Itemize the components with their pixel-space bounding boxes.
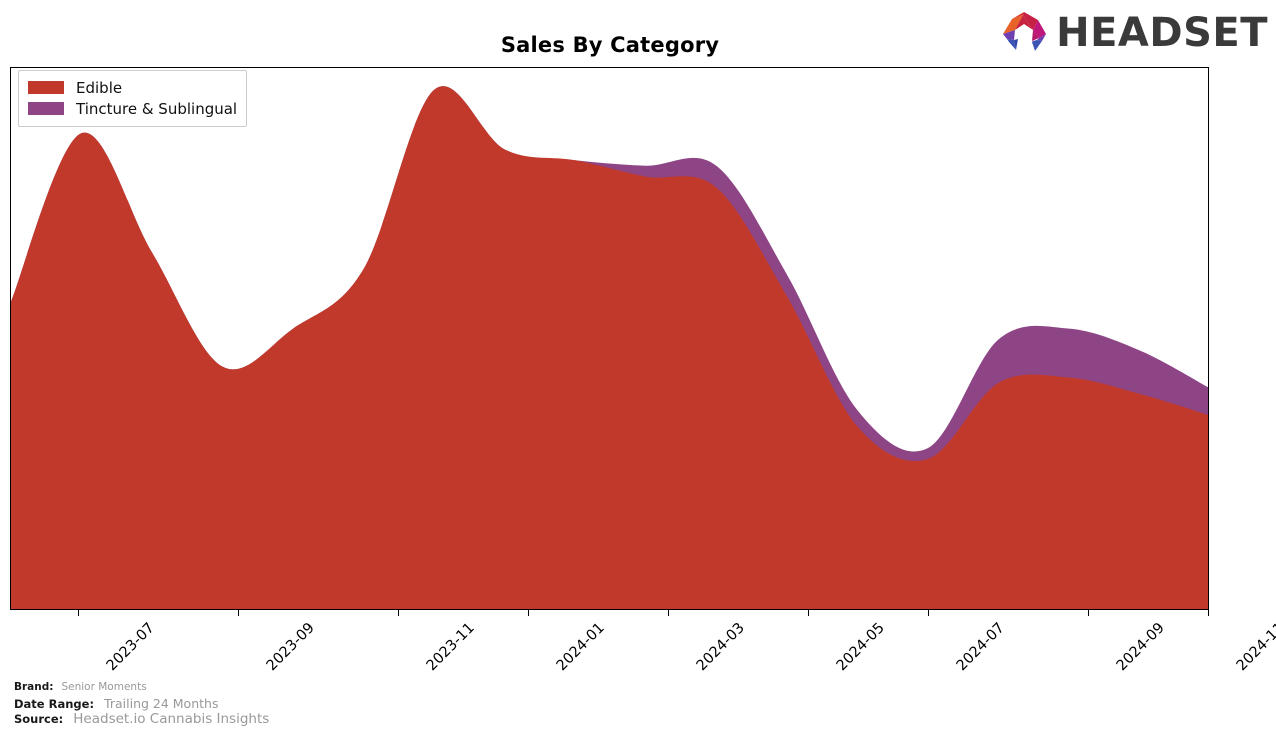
x-axis: 2023-07 2023-09 2023-11 2024-01 2024-03 2024-… <box>10 610 1276 680</box>
x-tick-mark <box>668 610 669 616</box>
x-tick-mark <box>528 610 529 616</box>
legend-label-edible: Edible <box>76 78 123 97</box>
x-tick-label: 2023-07 <box>103 620 158 675</box>
x-tick-label: 2024-01 <box>553 620 608 675</box>
x-tick-mark <box>928 610 929 616</box>
metadata-date-range-row: Date Range: Trailing 24 Months <box>14 696 514 711</box>
metadata-source-value: Headset.io Cannabis Insights <box>73 711 270 727</box>
headset-arch-logo-icon <box>998 8 1050 58</box>
x-tick-label: 2024-07 <box>953 620 1008 675</box>
legend-item-tincture-sublingual[interactable]: Tincture & Sublingual <box>28 98 237 119</box>
legend-label-tincture-sublingual: Tincture & Sublingual <box>76 99 238 118</box>
chart-plot-area <box>10 67 1209 610</box>
chart-legend[interactable]: Edible Tincture & Sublingual <box>18 70 248 127</box>
metadata-source-row: Source: Headset.io Cannabis Insights <box>14 711 514 727</box>
metadata-brand-value: Senior Moments <box>61 681 147 693</box>
stacked-area-chart <box>11 86 1208 609</box>
metadata-source-label: Source: <box>14 712 64 726</box>
x-tick-mark <box>1088 610 1089 616</box>
x-tick-label: 2023-11 <box>423 620 478 675</box>
x-tick-mark <box>398 610 399 616</box>
x-tick-mark <box>808 610 809 616</box>
legend-item-edible[interactable]: Edible <box>28 77 237 98</box>
x-tick-mark <box>238 610 239 616</box>
x-tick-label: 2023-09 <box>263 620 318 675</box>
x-tick-label: 2024-09 <box>1113 620 1168 675</box>
metadata-date-range-value: Trailing 24 Months <box>104 696 219 711</box>
x-tick-mark <box>78 610 79 616</box>
metadata-date-range-label: Date Range: <box>14 697 95 711</box>
metadata-brand-label: Brand: <box>14 681 54 693</box>
headset-logo-wordmark: HEADSET <box>1056 10 1268 56</box>
chart-metadata-footer: Brand: Senior Moments Date Range: Traili… <box>14 681 514 727</box>
x-tick-label: 2024-03 <box>693 620 748 675</box>
x-tick-label: 2024-11 <box>1233 620 1276 675</box>
legend-swatch-tincture-sublingual <box>28 102 64 115</box>
headset-logo: HEADSET <box>1003 8 1268 58</box>
x-tick-label: 2024-05 <box>833 620 888 675</box>
legend-swatch-edible <box>28 81 64 94</box>
metadata-brand-row: Brand: Senior Moments <box>14 681 514 696</box>
x-tick-mark <box>1208 610 1209 616</box>
